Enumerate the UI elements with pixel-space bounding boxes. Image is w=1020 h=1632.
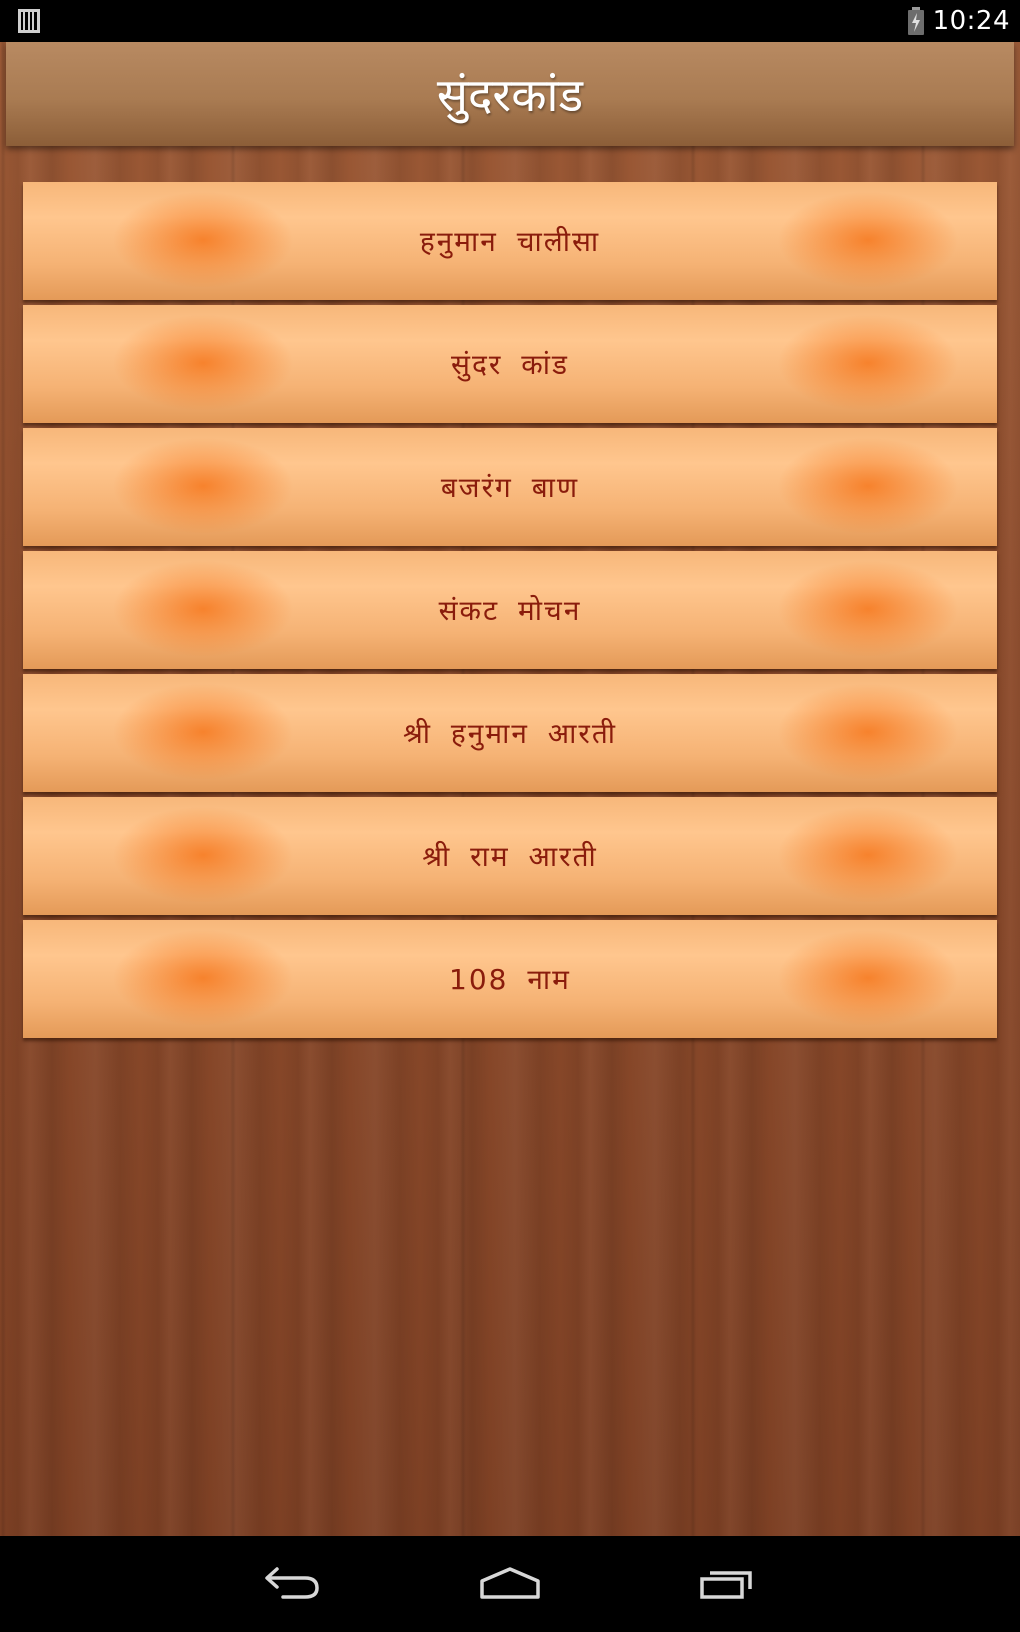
status-right-group: 10:24 [907,0,1010,42]
recent-apps-button[interactable] [688,1558,768,1608]
menu-item-label: संकट मोचन [438,594,582,627]
menu-item-label: बजरंग बाण [440,471,580,504]
menu-item-108-naam[interactable]: 108 नाम [23,920,997,1038]
menu-item-hanuman-chalisa[interactable]: हनुमान चालीसा [23,182,997,300]
app-screen: 10:24 सुंदरकांड हनुमान चालीसा सुंदर कांड… [0,0,1020,1632]
status-bar: 10:24 [0,0,1020,42]
menu-item-label: 108 नाम [449,963,571,996]
menu-item-ram-aarti[interactable]: श्री राम आरती [23,797,997,915]
app-header: सुंदरकांड [6,42,1014,146]
menu-item-sankat-mochan[interactable]: संकट मोचन [23,551,997,669]
home-icon [480,1567,540,1599]
menu-item-label: सुंदर कांड [451,348,569,381]
menu-item-hanuman-aarti[interactable]: श्री हनुमान आरती [23,674,997,792]
status-time: 10:24 [932,6,1010,36]
navigation-bar [0,1536,1020,1632]
menu-item-sundar-kand[interactable]: सुंदर कांड [23,305,997,423]
menu-list: हनुमान चालीसा सुंदर कांड बजरंग बाण संकट … [23,182,997,1043]
home-button[interactable] [470,1558,550,1608]
menu-item-label: श्री हनुमान आरती [402,717,618,750]
barcode-notification-icon [18,9,40,33]
menu-item-label: हनुमान चालीसा [419,225,601,258]
menu-item-label: श्री राम आरती [422,840,598,873]
recent-apps-icon [700,1571,752,1599]
back-icon [265,1567,319,1599]
battery-charging-icon [907,7,924,35]
page-title: सुंदरकांड [436,68,584,122]
back-button[interactable] [253,1558,333,1608]
menu-item-bajrang-baan[interactable]: बजरंग बाण [23,428,997,546]
